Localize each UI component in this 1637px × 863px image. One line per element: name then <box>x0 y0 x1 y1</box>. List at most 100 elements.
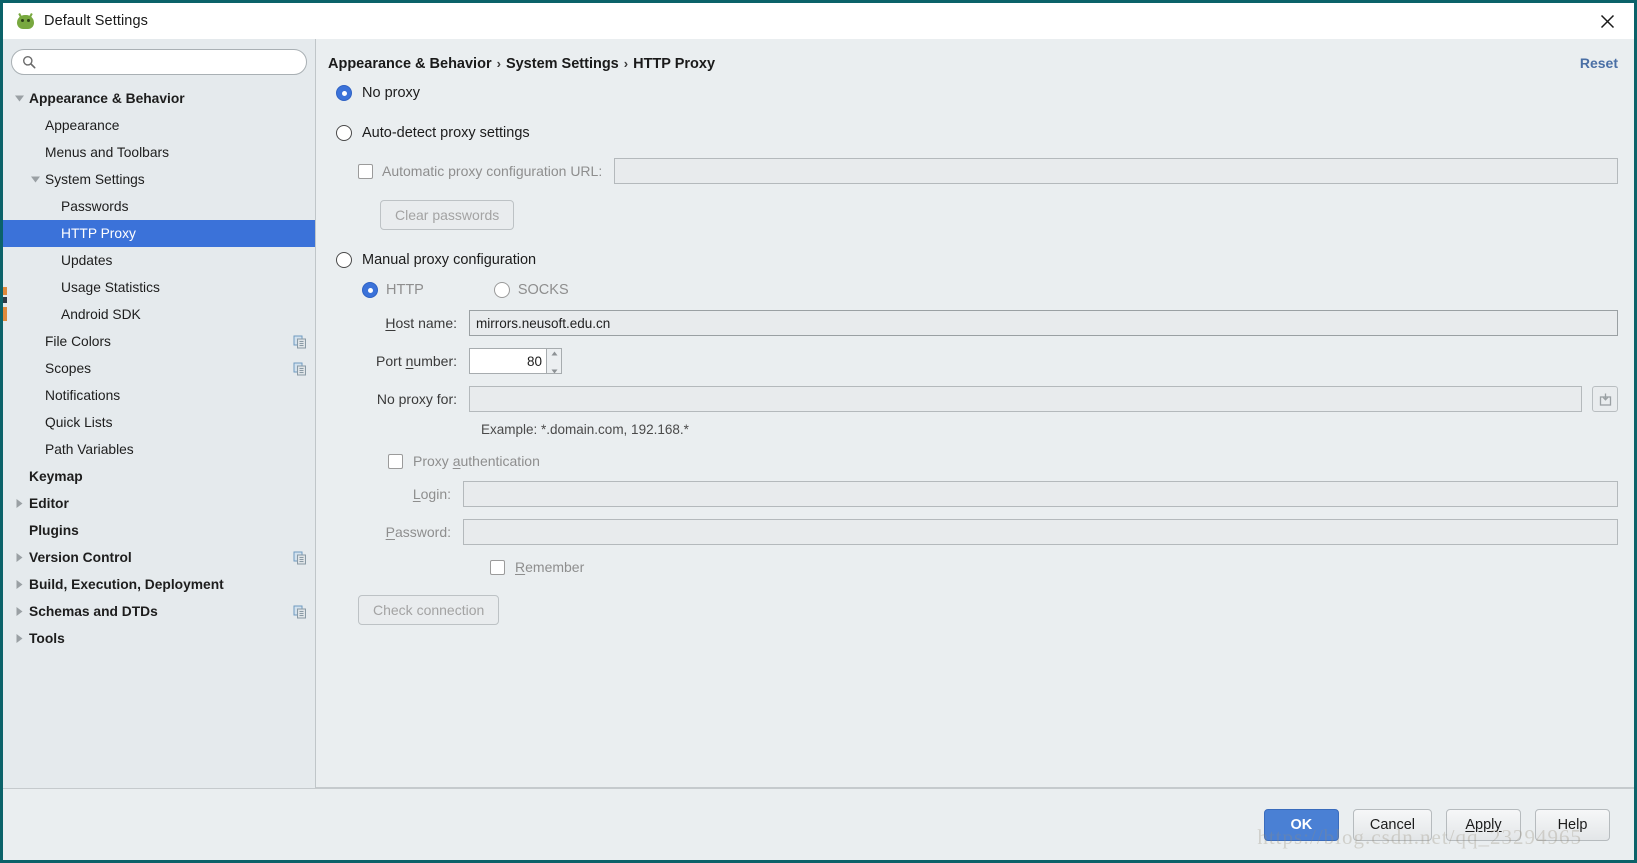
check-connection-button[interactable]: Check connection <box>358 595 500 625</box>
auto-detect-radio[interactable] <box>336 125 352 141</box>
android-studio-icon <box>17 12 34 30</box>
sidebar-item-menus-and-toolbars[interactable]: Menus and Toolbars <box>3 139 315 166</box>
search-input[interactable] <box>40 53 296 71</box>
clear-passwords-button[interactable]: Clear passwords <box>380 200 515 230</box>
sidebar-item-label: Version Control <box>29 550 132 565</box>
breadcrumb-separator: › <box>496 56 501 71</box>
proxy-authentication-label: Proxy authentication <box>413 453 540 469</box>
sidebar-item-editor[interactable]: Editor <box>3 490 315 517</box>
host-name-label: Host name: <box>385 315 457 331</box>
sidebar-item-label: Quick Lists <box>45 415 113 430</box>
auto-url-input[interactable] <box>614 158 1618 184</box>
copy-icon[interactable] <box>293 605 307 619</box>
expand-editor-icon[interactable] <box>1592 386 1618 412</box>
no-proxy-for-input[interactable] <box>469 386 1582 412</box>
password-input[interactable] <box>463 519 1618 545</box>
sidebar-item-label: HTTP Proxy <box>61 226 136 241</box>
search-box[interactable] <box>11 49 307 75</box>
sidebar-item-label: Keymap <box>29 469 83 484</box>
copy-icon[interactable] <box>293 362 307 376</box>
sidebar-item-passwords[interactable]: Passwords <box>3 193 315 220</box>
sidebar-item-quick-lists[interactable]: Quick Lists <box>3 409 315 436</box>
sidebar-item-label: Passwords <box>61 199 129 214</box>
auto-detect-option[interactable]: Auto-detect proxy settings <box>336 125 1618 141</box>
close-icon[interactable] <box>1594 8 1620 34</box>
sidebar-item-label: Tools <box>29 631 65 646</box>
port-number-stepper[interactable] <box>547 348 562 374</box>
apply-button-label: Apply <box>1465 816 1502 833</box>
sidebar-item-tools[interactable]: Tools <box>3 625 315 652</box>
port-number-label: Port number: <box>376 353 457 369</box>
cancel-button[interactable]: Cancel <box>1352 808 1432 841</box>
no-proxy-option[interactable]: No proxy <box>336 85 1618 101</box>
settings-dialog-window: Default Settings Appearance & Behavior A… <box>0 0 1637 863</box>
sidebar-item-appearance[interactable]: Appearance <box>3 112 315 139</box>
no-proxy-radio[interactable] <box>336 85 352 101</box>
sidebar-search-wrap <box>3 39 315 83</box>
breadcrumb-item-1: System Settings <box>505 56 619 72</box>
sidebar-item-file-colors[interactable]: File Colors <box>3 328 315 355</box>
chevron-right-icon[interactable] <box>9 498 29 509</box>
remember-checkbox[interactable] <box>490 559 505 575</box>
password-label: Password: <box>385 524 451 540</box>
reset-link[interactable]: Reset <box>1580 55 1618 71</box>
sidebar-item-build-execution-deployment[interactable]: Build, Execution, Deployment <box>3 571 315 598</box>
chevron-right-icon[interactable] <box>9 633 29 644</box>
sidebar-item-label: Scopes <box>45 361 92 376</box>
host-name-input[interactable]: mirrors.neusoft.edu.cn <box>469 310 1618 336</box>
sidebar-item-schemas-and-dtds[interactable]: Schemas and DTDs <box>3 598 315 625</box>
proxy-authentication-row[interactable]: Proxy authentication <box>362 453 1618 469</box>
sidebar-item-android-sdk[interactable]: Android SDK <box>3 301 315 328</box>
socks-radio[interactable] <box>493 282 510 298</box>
chevron-down-icon[interactable] <box>25 175 45 184</box>
no-proxy-for-row: No proxy for: <box>362 386 1618 412</box>
breadcrumb-item-0: Appearance & Behavior <box>328 56 492 72</box>
settings-tree: Appearance & Behavior Appearance Menus and… <box>3 83 315 788</box>
socks-option[interactable]: SOCKS <box>493 282 569 298</box>
sidebar-item-scopes[interactable]: Scopes <box>3 355 315 382</box>
window-title: Default Settings <box>44 13 148 29</box>
sidebar-item-updates[interactable]: Updates <box>3 247 315 274</box>
sidebar-item-version-control[interactable]: Version Control <box>3 544 315 571</box>
manual-proxy-option[interactable]: Manual proxy configuration <box>336 252 1618 268</box>
copy-icon[interactable] <box>293 335 307 349</box>
manual-proxy-radio[interactable] <box>336 252 352 268</box>
login-label: Login: <box>412 486 451 502</box>
settings-sidebar: Appearance & Behavior Appearance Menus and… <box>3 39 316 788</box>
sidebar-item-plugins[interactable]: Plugins <box>3 517 315 544</box>
sidebar-item-path-variables[interactable]: Path Variables <box>3 436 315 463</box>
copy-icon[interactable] <box>293 551 307 565</box>
chevron-right-icon[interactable] <box>9 579 29 590</box>
chevron-down-icon[interactable] <box>9 94 29 103</box>
proxy-authentication-checkbox[interactable] <box>388 453 403 469</box>
manual-proxy-subsection: HTTP SOCKS Host name: mirrors.neusoft.ed… <box>336 282 1618 625</box>
breadcrumb-separator: › <box>623 56 629 71</box>
port-number-input[interactable]: 80 <box>469 348 547 374</box>
title-bar: Default Settings <box>3 3 1634 39</box>
auto-url-checkbox[interactable] <box>358 163 373 179</box>
help-button[interactable]: Help <box>1535 808 1610 841</box>
sidebar-item-system-settings[interactable]: System Settings <box>3 166 315 193</box>
password-row: Password: <box>362 519 1618 545</box>
host-name-row: Host name: mirrors.neusoft.edu.cn <box>362 310 1618 336</box>
sidebar-item-http-proxy[interactable]: HTTP Proxy <box>3 220 315 247</box>
ok-button[interactable]: OK <box>1263 808 1339 841</box>
login-input[interactable] <box>463 481 1618 507</box>
auto-url-row: Automatic proxy configuration URL: <box>358 158 1618 184</box>
sidebar-item-notifications[interactable]: Notifications <box>3 382 315 409</box>
sidebar-item-keymap[interactable]: Keymap <box>3 463 315 490</box>
chevron-right-icon[interactable] <box>9 606 29 617</box>
manual-proxy-label: Manual proxy configuration <box>362 252 537 268</box>
http-radio[interactable] <box>362 282 378 298</box>
chevron-right-icon[interactable] <box>9 552 29 563</box>
remember-row[interactable]: Remember <box>362 559 1618 575</box>
sidebar-item-label: Usage Statistics <box>61 280 160 295</box>
sidebar-item-appearance-behavior[interactable]: Appearance & Behavior <box>3 85 315 112</box>
apply-button[interactable]: Apply <box>1446 808 1521 841</box>
dialog-footer: OK Cancel Apply Help https://blog.csdn.net/q… <box>3 788 1634 860</box>
no-proxy-label: No proxy <box>362 85 421 101</box>
remember-label: Remember <box>515 559 585 575</box>
sidebar-item-label: Android SDK <box>61 307 141 322</box>
protocol-row: HTTP SOCKS <box>362 282 1618 298</box>
sidebar-item-usage-statistics[interactable]: Usage Statistics <box>3 274 315 301</box>
